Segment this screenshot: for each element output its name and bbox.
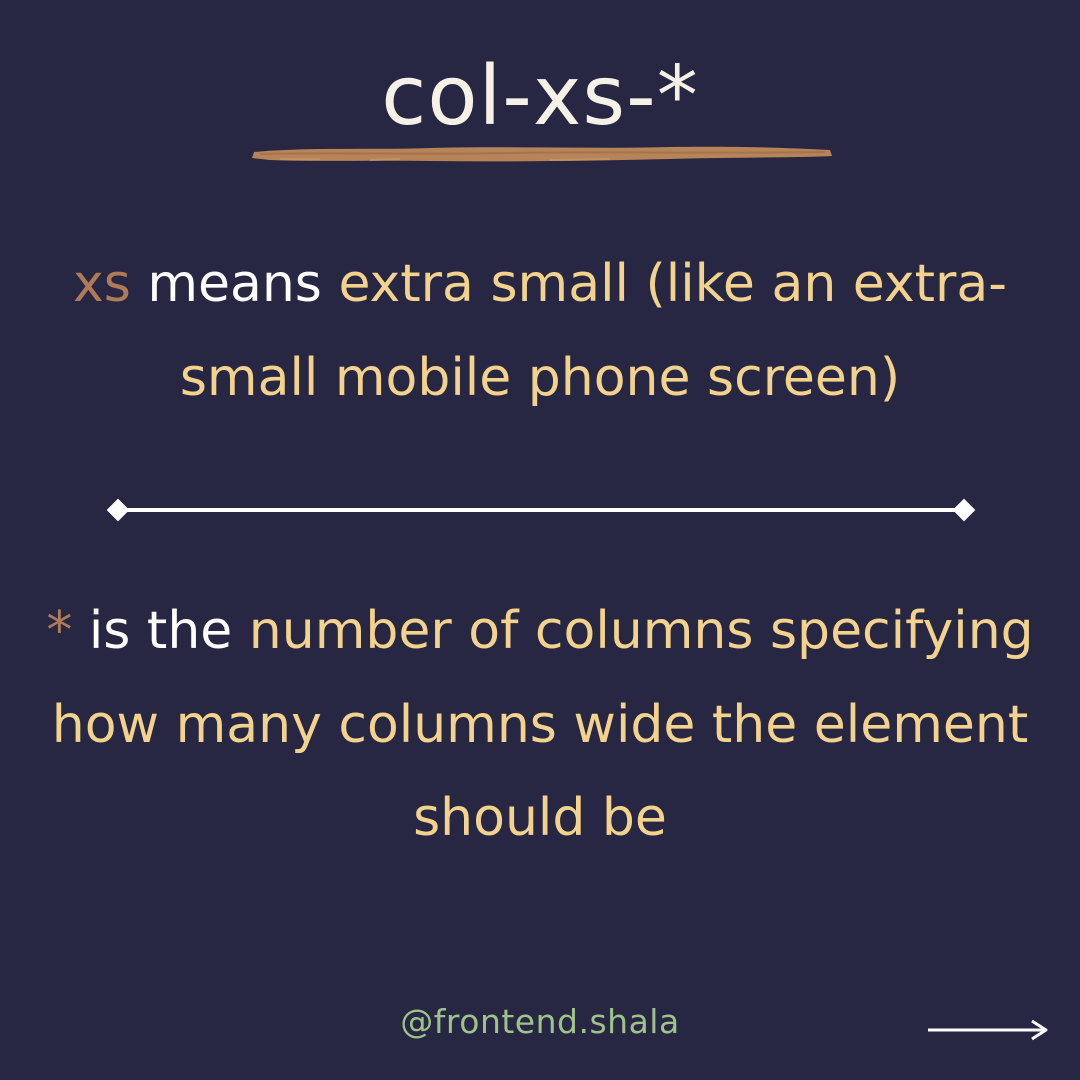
xs-connector: means [130,254,339,314]
asterisk-connector: is the [72,601,249,661]
asterisk-definition-text: * is the number of columns specifying ho… [40,585,1040,866]
account-handle: @frontend.shala [400,1002,680,1041]
brush-underline-decoration [252,146,832,162]
asterisk-term: * [46,601,73,661]
xs-term: xs [72,254,131,314]
right-arrow-icon[interactable] [926,1018,1052,1042]
section-divider [106,498,976,522]
slide-title: col-xs-* [381,49,699,144]
xs-definition-text: xs means extra small (like an extra-smal… [40,238,1040,425]
